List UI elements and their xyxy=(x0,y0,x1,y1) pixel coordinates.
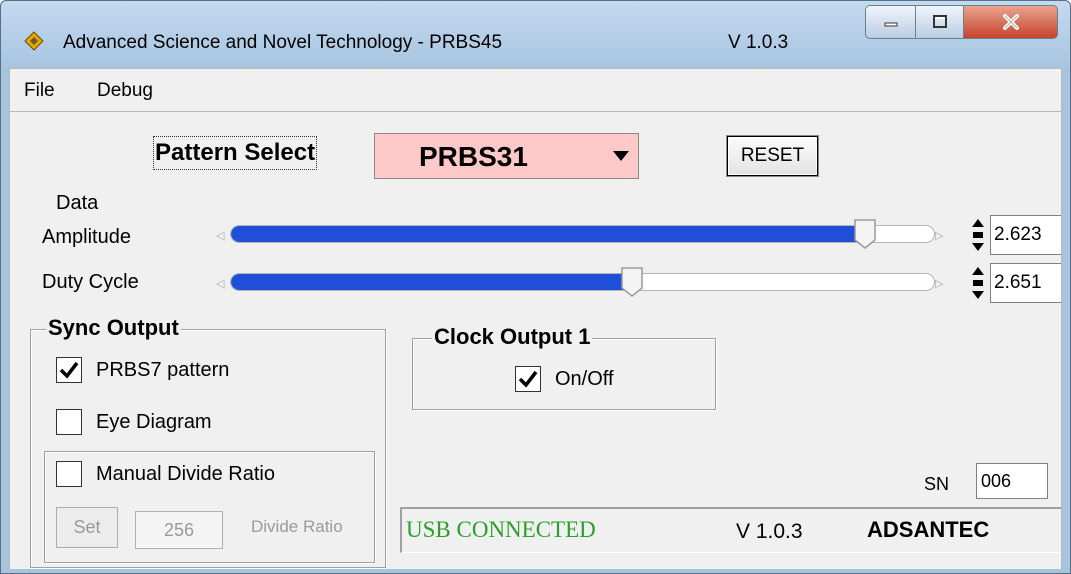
menu-file[interactable]: File xyxy=(24,80,55,102)
set-button[interactable]: Set xyxy=(56,507,118,548)
duty-cycle-thumb[interactable] xyxy=(620,266,644,298)
close-icon xyxy=(1002,14,1019,30)
checkmark-icon xyxy=(59,361,79,379)
clock-onoff-label: On/Off xyxy=(555,368,614,390)
data-amplitude-thumb[interactable] xyxy=(853,218,877,250)
divide-ratio-input[interactable]: 256 xyxy=(135,511,223,549)
usb-status: USB CONNECTED xyxy=(406,517,596,542)
slider-left-tick-icon: ◁ xyxy=(216,230,225,242)
sync-output-title: Sync Output xyxy=(46,315,181,341)
slider-right-tick-icon: ▷ xyxy=(935,230,944,242)
duty-cycle-spinner-icon[interactable] xyxy=(971,263,985,303)
data-amplitude-label-line2: Amplitude xyxy=(42,226,131,248)
maximize-button[interactable] xyxy=(915,5,964,39)
clock-output-title: Clock Output 1 xyxy=(432,324,593,350)
eye-diagram-checkbox[interactable] xyxy=(56,409,82,435)
app-window: Advanced Science and Novel Technology - … xyxy=(0,0,1071,574)
data-amplitude-label-line1: Data xyxy=(56,192,99,214)
menu-debug[interactable]: Debug xyxy=(97,80,153,102)
divide-ratio-label: Divide Ratio xyxy=(251,517,343,536)
pattern-select-value: PRBS31 xyxy=(419,141,528,172)
pattern-select-dropdown[interactable]: PRBS31 xyxy=(374,133,639,179)
sn-label: SN xyxy=(924,474,950,494)
checkmark-icon xyxy=(518,370,538,388)
manual-divide-checkbox[interactable] xyxy=(56,461,82,487)
data-amplitude-slider[interactable] xyxy=(230,225,935,243)
main-panel: Pattern Select PRBS31 RESET Data Amplitu… xyxy=(9,112,1062,569)
prbs7-label: PRBS7 pattern xyxy=(96,359,230,381)
data-amplitude-fill xyxy=(231,226,866,242)
minimize-button[interactable] xyxy=(865,5,916,39)
slider-left-tick-icon: ◁ xyxy=(216,278,225,290)
duty-cycle-slider[interactable] xyxy=(230,273,935,291)
title-version: V 1.0.3 xyxy=(728,32,789,53)
menu-bar: File Debug xyxy=(9,68,1062,112)
duty-cycle-label: Duty Cycle xyxy=(42,271,139,293)
pattern-select-label: Pattern Select xyxy=(153,136,318,170)
brand-label: ADSANTEC xyxy=(867,517,990,542)
status-bar: USB CONNECTED V 1.0.3 ADSANTEC xyxy=(400,507,1061,553)
chevron-down-icon[interactable] xyxy=(604,134,638,178)
maximize-icon xyxy=(932,15,947,28)
manual-divide-label: Manual Divide Ratio xyxy=(96,463,275,485)
title-bar[interactable]: Advanced Science and Novel Technology - … xyxy=(1,1,1070,67)
app-icon xyxy=(24,31,44,51)
data-amplitude-input[interactable]: 2.623 xyxy=(990,215,1061,255)
close-button[interactable] xyxy=(963,5,1058,39)
sn-field: 006 xyxy=(976,463,1048,499)
minimize-icon xyxy=(884,22,897,27)
window-title: Advanced Science and Novel Technology - … xyxy=(63,32,503,53)
slider-right-tick-icon: ▷ xyxy=(935,278,944,290)
eye-diagram-label: Eye Diagram xyxy=(96,411,212,433)
duty-cycle-fill xyxy=(231,274,633,290)
data-amplitude-spinner-icon[interactable] xyxy=(971,215,985,255)
prbs7-checkbox[interactable] xyxy=(56,357,82,383)
duty-cycle-input[interactable]: 2.651 xyxy=(990,263,1061,303)
status-version: V 1.0.3 xyxy=(736,520,803,543)
reset-button[interactable]: RESET xyxy=(727,136,818,176)
clock-onoff-checkbox[interactable] xyxy=(515,366,541,392)
